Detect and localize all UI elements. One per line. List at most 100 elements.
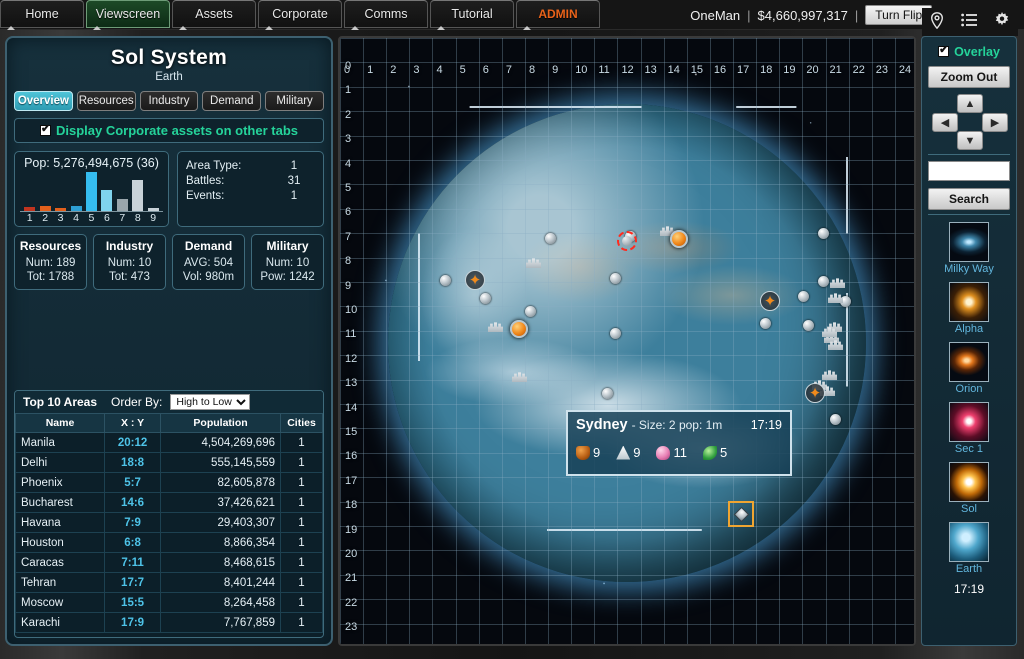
search-button[interactable]: Search bbox=[928, 188, 1010, 210]
nav-tab-admin[interactable]: ADMIN bbox=[516, 0, 600, 32]
map-marker-unit[interactable] bbox=[818, 228, 829, 239]
map-row-label: 13 bbox=[345, 377, 358, 390]
table-row[interactable]: Bucharest 14:6 37,426,621 1 bbox=[15, 492, 323, 513]
nav-tab-comms[interactable]: Comms bbox=[344, 0, 428, 32]
map-marker-unit[interactable] bbox=[602, 388, 613, 399]
axis-tick-label: 6 bbox=[103, 212, 110, 224]
viewscreen-map[interactable]: 0 1 2 3 4 5 6 7 8 9 10 11 12 13 14 15 16 17 18 19 20 21 22 23 24… bbox=[338, 36, 916, 646]
grid-line-vertical bbox=[733, 38, 735, 644]
nav-item-orion[interactable]: Orion bbox=[928, 342, 1010, 395]
map-marker-unit[interactable] bbox=[818, 276, 829, 287]
credits-label: $4,660,997,317 bbox=[757, 7, 848, 23]
overlay-checkbox[interactable]: Overlay bbox=[928, 44, 1010, 59]
bar-column bbox=[39, 172, 51, 211]
map-marker-objective[interactable] bbox=[670, 230, 688, 248]
stat-card-title: Industry bbox=[105, 239, 154, 253]
selected-cell-diamond-icon bbox=[733, 506, 749, 522]
table-row[interactable]: Delhi 18:8 555,145,559 1 bbox=[15, 452, 323, 473]
map-marker-unit[interactable] bbox=[480, 293, 491, 304]
map-marker-alert[interactable] bbox=[617, 231, 637, 251]
map-marker-unit[interactable] bbox=[610, 273, 621, 284]
table-row[interactable]: Karachi 17:9 7,767,859 1 bbox=[15, 612, 323, 633]
table-column-header[interactable]: X : Y bbox=[104, 413, 162, 433]
map-marker-unit[interactable] bbox=[803, 320, 814, 331]
pan-left-button[interactable]: ◀ bbox=[932, 113, 958, 132]
grid-line-vertical bbox=[617, 38, 619, 644]
pan-up-button[interactable]: ▲ bbox=[957, 94, 983, 113]
map-marker-unit[interactable] bbox=[830, 414, 841, 425]
nav-item-sol[interactable]: Sol bbox=[928, 462, 1010, 515]
map-marker-unit[interactable] bbox=[525, 306, 536, 317]
table-cell-xy: 7:9 bbox=[104, 512, 162, 533]
bar bbox=[70, 205, 82, 211]
map-marker-capital[interactable]: ✦ bbox=[805, 383, 825, 403]
stat-card-line2: Tot: 1788 bbox=[26, 271, 75, 283]
gear-icon[interactable] bbox=[994, 12, 1010, 32]
pan-down-button[interactable]: ▼ bbox=[957, 131, 983, 150]
grid-line-vertical bbox=[386, 38, 388, 644]
table-cell-name: Havana bbox=[15, 512, 106, 533]
nav-item-milky-way[interactable]: Milky Way bbox=[928, 222, 1010, 275]
nav-tab-assets[interactable]: Assets bbox=[172, 0, 256, 32]
stat-key: Events: bbox=[185, 190, 225, 202]
tooltip-resource-row: 9 9 11 5 bbox=[576, 445, 782, 460]
nav-tab-tutorial[interactable]: Tutorial bbox=[430, 0, 514, 32]
grid-line-horizontal bbox=[340, 355, 914, 357]
table-row[interactable]: Caracas 7:11 8,468,615 1 bbox=[15, 552, 323, 573]
tab-overview[interactable]: Overview bbox=[14, 91, 73, 111]
table-row[interactable]: Moscow 15:5 8,264,458 1 bbox=[15, 592, 323, 613]
display-corporate-assets-checkbox[interactable]: Display Corporate assets on other tabs bbox=[14, 118, 324, 143]
nav-tab-viewscreen[interactable]: Viewscreen bbox=[86, 0, 170, 32]
table-cell-name: Houston bbox=[15, 532, 106, 553]
stats-row-primary: Pop: 5,276,494,675 (36) 123456789 Area T… bbox=[14, 151, 324, 227]
search-input[interactable] bbox=[928, 161, 1010, 181]
map-row-label: 3 bbox=[345, 133, 352, 146]
nav-item-sec-1[interactable]: Sec 1 bbox=[928, 402, 1010, 455]
map-marker-capital[interactable]: ✦ bbox=[760, 291, 780, 311]
bar-column bbox=[55, 172, 67, 211]
tab-label: Overview bbox=[17, 95, 69, 107]
grid-line-horizontal bbox=[340, 86, 914, 88]
tab-resources[interactable]: Resources bbox=[76, 91, 136, 111]
zoom-out-button[interactable]: Zoom Out bbox=[928, 66, 1010, 88]
location-pin-icon[interactable] bbox=[930, 11, 944, 33]
grid-line-vertical bbox=[802, 38, 804, 644]
order-by-select[interactable]: High to LowLow to High bbox=[170, 394, 251, 410]
stat-card-line1: Num: 189 bbox=[25, 257, 76, 269]
tab-label: Industry bbox=[148, 95, 190, 107]
list-icon[interactable] bbox=[961, 13, 977, 31]
table-column-header[interactable]: Population bbox=[160, 413, 281, 433]
nav-tab-corporate[interactable]: Corporate bbox=[258, 0, 342, 32]
pan-right-button[interactable]: ▶ bbox=[982, 113, 1008, 132]
map-marker-capital[interactable]: ✦ bbox=[465, 270, 485, 290]
nav-tab-home[interactable]: Home bbox=[0, 0, 84, 32]
table-cell-xy: 18:8 bbox=[104, 452, 162, 473]
table-column-header[interactable]: Cities bbox=[280, 413, 323, 433]
table-column-header[interactable]: Name bbox=[15, 413, 106, 433]
selected-map-cell[interactable] bbox=[728, 501, 754, 527]
nav-item-earth[interactable]: Earth bbox=[928, 522, 1010, 575]
map-marker-unit[interactable] bbox=[798, 291, 809, 302]
map-marker-objective[interactable] bbox=[510, 320, 528, 338]
map-row-label: 19 bbox=[345, 523, 358, 536]
tab-military[interactable]: Military bbox=[265, 91, 324, 111]
map-marker-unit[interactable] bbox=[545, 233, 556, 244]
map-marker-unit[interactable] bbox=[610, 328, 621, 339]
tab-demand[interactable]: Demand bbox=[202, 91, 262, 111]
table-cell-name: Bucharest bbox=[15, 492, 106, 513]
table-head: Name X : Y Population Cities bbox=[15, 413, 323, 433]
nav-item-alpha[interactable]: Alpha bbox=[928, 282, 1010, 335]
top-areas-table-panel: Top 10 Areas Order By: High to LowLow to… bbox=[14, 390, 324, 638]
map-marker-unit[interactable] bbox=[440, 275, 451, 286]
table-cell-xy: 7:11 bbox=[104, 552, 162, 573]
map-marker-unit[interactable] bbox=[760, 318, 771, 329]
top-areas-table: Name X : Y Population Cities Manila 20:12 4,5… bbox=[15, 413, 323, 633]
stat-card-line2: Tot: 473 bbox=[109, 271, 150, 283]
table-row[interactable]: Phoenix 5:7 82,605,878 1 bbox=[15, 472, 323, 493]
nebula-thumb-icon bbox=[949, 342, 989, 382]
table-row[interactable]: Manila 20:12 4,504,269,696 1 bbox=[15, 432, 323, 453]
table-row[interactable]: Houston 6:8 8,866,354 1 bbox=[15, 532, 323, 553]
tab-industry[interactable]: Industry bbox=[139, 91, 199, 111]
table-row[interactable]: Havana 7:9 29,403,307 1 bbox=[15, 512, 323, 533]
table-row[interactable]: Tehran 17:7 8,401,244 1 bbox=[15, 572, 323, 593]
